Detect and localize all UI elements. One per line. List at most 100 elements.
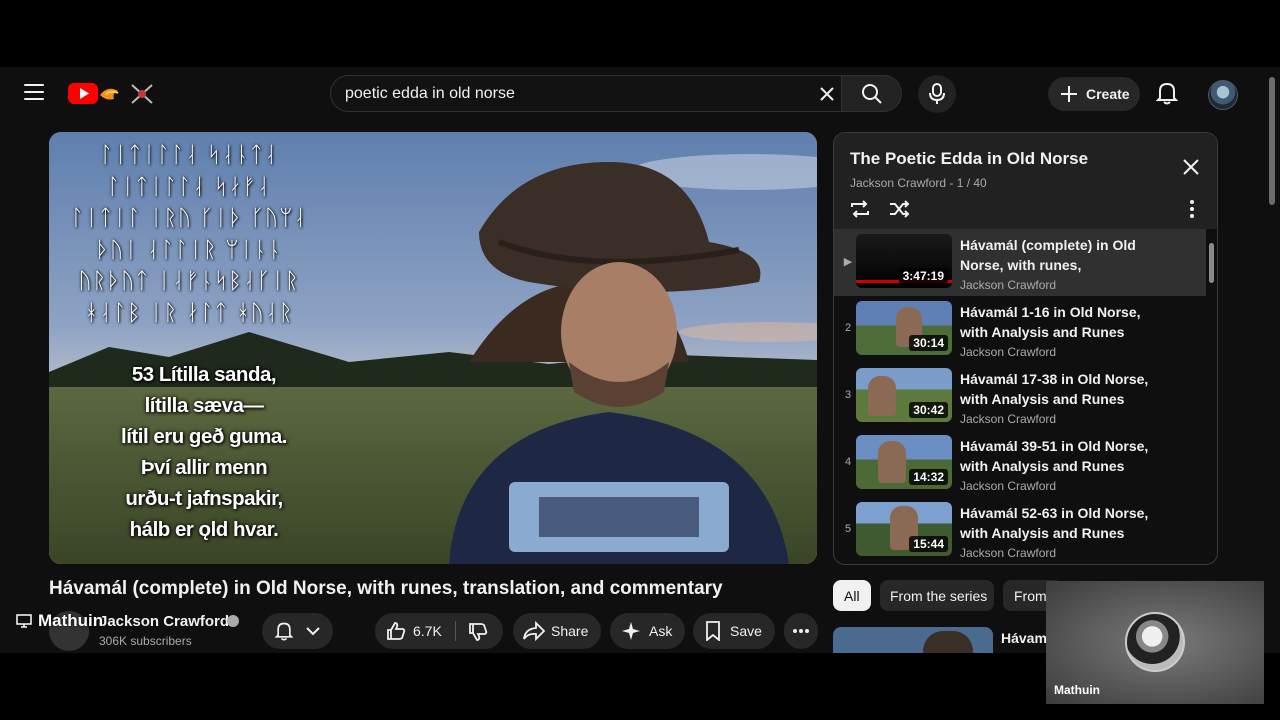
- sparkle-icon: [622, 622, 640, 640]
- playlist-header: The Poetic Edda in Old Norse Jackson Cra…: [834, 133, 1217, 229]
- shuffle-icon[interactable]: [887, 197, 911, 221]
- page-scrollbar[interactable]: [1266, 67, 1280, 653]
- camera-avatar: [1125, 612, 1185, 672]
- playlist-title[interactable]: The Poetic Edda in Old Norse: [850, 149, 1088, 169]
- playlist-index: 2: [844, 322, 852, 334]
- playlist-item[interactable]: 5 15:44 Hávamál 52-63 in Old Norse, with…: [834, 497, 1206, 564]
- playlist-video-channel: Jackson Crawford: [960, 345, 1057, 359]
- channel-name[interactable]: Jackson Crawford: [99, 613, 229, 630]
- chip-all[interactable]: All: [833, 580, 871, 611]
- video-thumbnail: 15:44: [856, 502, 952, 556]
- search-button[interactable]: [842, 75, 902, 112]
- video-player[interactable]: ᛚᛁᛏᛁᛚᛚᛆ ᛋᛆᚿᛏᛆ ᛚᛁᛏᛁᛚᛚᛆ ᛋᛅᚠᛆ ᛚᛁᛏᛁᛚ ᛁᚱᚢ ᚴᛁᚦ…: [49, 132, 817, 564]
- divider: [455, 621, 456, 641]
- video-thumbnail: 3:47:19: [856, 234, 952, 288]
- stanza-line: lítilla sæva—: [144, 394, 264, 417]
- playlist-item[interactable]: 2 30:14 Hávamál 1-16 in Old Norse, with …: [834, 296, 1206, 363]
- presenter-name: Mathuin: [38, 611, 104, 630]
- scroll-thumb[interactable]: [1209, 243, 1214, 283]
- stanza-line: lítil eru geð guma.: [121, 425, 287, 448]
- create-button[interactable]: Create: [1048, 77, 1140, 111]
- verified-icon: [227, 615, 239, 627]
- thumbs-down-icon[interactable]: [468, 622, 488, 642]
- playlist-video-title: Hávamál 17-38 in Old Norse, with Analysi…: [960, 371, 1149, 407]
- save-button[interactable]: Save: [693, 613, 775, 649]
- playlist-video-channel: Jackson Crawford: [960, 412, 1057, 426]
- search-input[interactable]: [345, 76, 805, 111]
- playlist-video-channel: Jackson Crawford: [960, 546, 1057, 560]
- stanza-line: 53 Lítilla sanda,: [131, 363, 277, 386]
- bell-icon[interactable]: [1156, 81, 1178, 105]
- chip-from-the-series[interactable]: From the series: [880, 580, 994, 611]
- video-thumbnail: 14:32: [856, 435, 952, 489]
- video-duration: 15:44: [909, 536, 948, 552]
- recommended-thumbnail[interactable]: [833, 627, 993, 653]
- subscribed-button[interactable]: [262, 613, 333, 649]
- video-duration: 30:14: [909, 335, 948, 351]
- now-playing-icon: ▶: [843, 256, 853, 268]
- ask-label: Ask: [649, 623, 673, 639]
- search-icon: [862, 84, 882, 104]
- playlist-index: 5: [844, 523, 852, 535]
- chip-label: From the series: [890, 588, 988, 604]
- playlist-items: ▶ 3:47:19 Hávamál (complete) in Old Nors…: [834, 229, 1217, 564]
- more-actions-button[interactable]: [784, 613, 818, 649]
- stanza-line: urðu-t jafnspakir,: [125, 487, 283, 510]
- like-dislike-group: 6.7K: [375, 613, 503, 649]
- create-label: Create: [1086, 86, 1130, 102]
- save-label: Save: [730, 623, 762, 639]
- chevron-down-icon: [306, 627, 320, 636]
- like-count[interactable]: 6.7K: [413, 623, 442, 639]
- stanza-line: Því allir menn: [140, 456, 268, 479]
- thumbs-up-icon[interactable]: [386, 621, 406, 641]
- playlist-item[interactable]: ▶ 3:47:19 Hávamál (complete) in Old Nors…: [834, 229, 1206, 296]
- playlist-index: 4: [844, 456, 852, 468]
- playlist-video-title: Hávamál (complete) in Old Norse, with ru…: [960, 237, 1136, 273]
- video-thumbnail: 30:14: [856, 301, 952, 355]
- channel-row: Jackson Crawford 306K subscribers 6.7K S…: [49, 607, 829, 651]
- camera-tile[interactable]: Mathuin: [1046, 581, 1264, 704]
- playlist-panel: The Poetic Edda in Old Norse Jackson Cra…: [833, 132, 1218, 565]
- video-duration: 3:47:19: [898, 268, 948, 284]
- camera-name: Mathuin: [1054, 683, 1100, 697]
- playlist-video-channel: Jackson Crawford: [960, 479, 1057, 493]
- share-label: Share: [551, 623, 589, 639]
- search-box: [330, 75, 842, 112]
- playlist-video-channel: Jackson Crawford: [960, 278, 1057, 292]
- video-duration: 14:32: [909, 469, 948, 485]
- video-duration: 30:42: [909, 402, 948, 418]
- youtube-logo[interactable]: [68, 81, 158, 107]
- top-bar: Create: [0, 67, 1260, 121]
- playlist-video-title: Hávamál 39-51 in Old Norse, with Analysi…: [960, 438, 1149, 474]
- voice-search-button[interactable]: [918, 75, 956, 113]
- close-icon[interactable]: [817, 84, 837, 104]
- rune-overlay-text: ᛚᛁᛏᛁᛚᛚᛆ ᛋᛆᚿᛏᛆ ᛚᛁᛏᛁᛚᛚᛆ ᛋᛅᚠᛆ ᛚᛁᛏᛁᛚ ᛁᚱᚢ ᚴᛁᚦ…: [70, 143, 308, 326]
- subscriber-count: 306K subscribers: [99, 634, 192, 648]
- close-icon[interactable]: [1181, 157, 1201, 177]
- loop-icon[interactable]: [848, 197, 872, 221]
- plus-icon: [1061, 86, 1077, 102]
- more-horizontal-icon: [793, 629, 809, 633]
- youtube-app: Create ᛚᛁᛏᛁᛚᛚᛆ ᛋᛆᚿᛏᛆ ᛚᛁᛏᛁᛚᛚᛆ ᛋᛅᚠᛆ ᛚᛁᛏᛁᛚ …: [0, 67, 1280, 653]
- playlist-video-title: Hávamál 52-63 in Old Norse, with Analysi…: [960, 505, 1149, 541]
- playlist-item[interactable]: 3 30:42 Hávamál 17-38 in Old Norse, with…: [834, 363, 1206, 430]
- playlist-video-title: Hávamál 1-16 in Old Norse, with Analysis…: [960, 304, 1141, 340]
- ask-button[interactable]: Ask: [610, 613, 685, 649]
- share-icon: [523, 621, 545, 641]
- share-button[interactable]: Share: [513, 613, 601, 649]
- playlist-item[interactable]: 4 14:32 Hávamál 39-51 in Old Norse, with…: [834, 430, 1206, 497]
- bookmark-icon: [706, 621, 720, 641]
- playlist-scrollbar[interactable]: [1208, 233, 1216, 563]
- stanza-line: hálb er ǫld hvar.: [129, 518, 279, 541]
- more-vertical-icon[interactable]: [1184, 197, 1200, 221]
- video-thumbnail: 30:42: [856, 368, 952, 422]
- playlist-index: 3: [844, 389, 852, 401]
- video-title: Hávamál (complete) in Old Norse, with ru…: [49, 578, 723, 599]
- scroll-thumb[interactable]: [1269, 77, 1275, 205]
- hamburger-icon[interactable]: [24, 84, 44, 102]
- bell-icon: [274, 622, 294, 641]
- account-avatar[interactable]: [1208, 80, 1238, 110]
- playlist-subtitle: Jackson Crawford - 1 / 40: [850, 176, 987, 190]
- chip-label: All: [844, 588, 860, 604]
- stanza-overlay: 53 Lítilla sanda, lítilla sæva— lítil er…: [89, 359, 319, 545]
